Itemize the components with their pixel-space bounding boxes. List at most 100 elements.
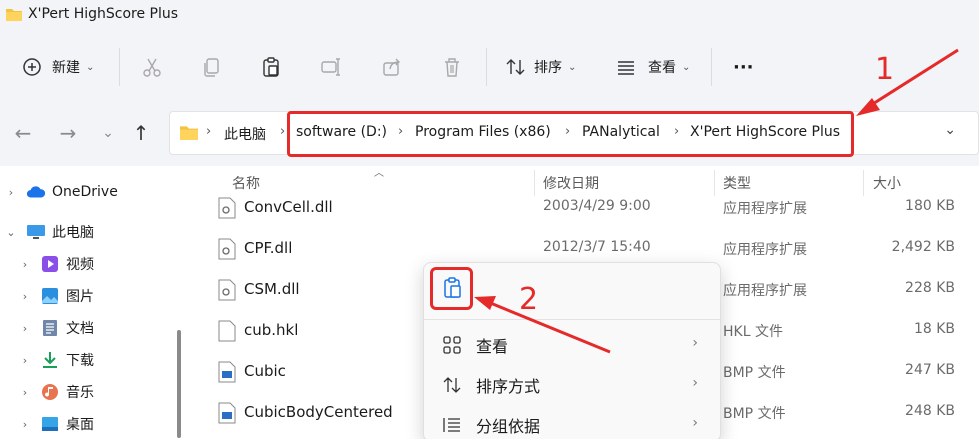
video-icon [40, 255, 60, 273]
context-menu-label: 排序方式 [476, 377, 541, 396]
share-icon [380, 55, 404, 79]
sidebar-item-desktop[interactable]: › 桌面 [18, 410, 94, 438]
sort-icon [504, 55, 528, 79]
sidebar-item-label: 视频 [66, 257, 94, 273]
chevron-right-icon: › [22, 289, 28, 303]
file-name: cub.hkl [244, 321, 299, 339]
sidebar-item-label: 文档 [66, 321, 94, 337]
group-list-icon [442, 415, 462, 435]
chevron-right-icon: › [692, 415, 698, 431]
grid-icon [442, 335, 462, 355]
sidebar-item-downloads[interactable]: › 下载 [18, 346, 94, 374]
bmp-file-icon [218, 361, 236, 383]
new-label: 新建 [52, 60, 80, 76]
copy-icon [200, 55, 224, 79]
file-name: ConvCell.dll [244, 198, 333, 216]
bmp-file-icon [218, 402, 236, 424]
sidebar-item-documents[interactable]: › 文档 [18, 314, 94, 342]
annotation-number-2: 2 [519, 282, 539, 317]
chevron-right-icon: › [692, 335, 698, 351]
file-size: 2,492 KB [891, 239, 955, 255]
breadcrumb-separator[interactable]: › [280, 124, 285, 139]
sidebar-item-music[interactable]: › 音乐 [18, 378, 94, 406]
file-name: CubicBodyCentered [244, 403, 393, 421]
file-name: CPF.dll [244, 239, 293, 257]
chevron-right-icon: › [8, 185, 14, 199]
folder-icon [180, 126, 198, 140]
chevron-right-icon: › [22, 321, 28, 335]
sidebar-item-label: 音乐 [66, 385, 94, 401]
menu-divider [424, 319, 720, 320]
annotation-number-1: 1 [875, 52, 895, 87]
dll-file-icon [218, 197, 236, 219]
cut-button[interactable] [140, 48, 164, 86]
copy-button[interactable] [200, 48, 224, 86]
context-menu-sort-by[interactable]: 排序方式 › [424, 365, 720, 405]
sidebar-item-label: OneDrive [52, 184, 118, 200]
divider [711, 48, 712, 86]
file-type: 应用程序扩展 [723, 283, 807, 299]
desktop-icon [40, 415, 60, 433]
context-menu-view[interactable]: 查看 › [424, 325, 720, 365]
forward-arrow-icon[interactable]: → [57, 122, 79, 144]
file-size: 180 KB [905, 198, 955, 214]
back-arrow-icon[interactable]: ← [12, 122, 34, 144]
paste-button[interactable] [259, 48, 283, 86]
cloud-icon [26, 183, 46, 201]
title-bar: X'Pert HighScore Plus [0, 0, 979, 34]
rename-button[interactable] [319, 48, 343, 86]
file-name: Cubic [244, 362, 286, 380]
sort-ascending-icon: ︿ [374, 168, 384, 179]
chevron-right-icon: › [22, 417, 28, 431]
view-label: 查看 [648, 60, 676, 76]
share-button[interactable] [380, 48, 404, 86]
chevron-down-icon: ⌄ [568, 61, 577, 73]
sort-icon [442, 375, 462, 395]
view-button[interactable]: 查看 ⌄ [614, 48, 690, 86]
chevron-right-icon: › [22, 257, 28, 271]
sidebar-item-videos[interactable]: › 视频 [18, 250, 94, 278]
sidebar-item-onedrive[interactable]: › OneDrive [4, 178, 118, 206]
music-icon [40, 383, 60, 401]
sort-label: 排序 [534, 60, 562, 76]
plus-circle-icon [20, 55, 44, 79]
paste-highlight-annotation [430, 267, 473, 310]
monitor-icon [26, 223, 46, 241]
more-icon: ··· [733, 56, 754, 78]
dll-file-icon [218, 238, 236, 260]
command-bar: 新建 ⌄ 排序 ⌄ 查看 ⌄ ··· [0, 34, 979, 100]
context-menu-group-by[interactable]: 分组依据 › [424, 405, 720, 439]
context-menu-label: 查看 [476, 337, 509, 356]
scissors-icon [140, 55, 164, 79]
address-history-chevron-icon[interactable]: ⌄ [944, 122, 956, 138]
document-icon [40, 319, 60, 337]
chevron-right-icon: › [692, 375, 698, 391]
delete-button[interactable] [440, 48, 464, 86]
file-name: CSM.dll [244, 280, 300, 298]
trash-icon [440, 55, 464, 79]
chevron-down-icon: ⌄ [86, 61, 95, 73]
sidebar-item-label: 下载 [66, 353, 94, 369]
more-button[interactable]: ··· [733, 48, 754, 86]
sidebar-item-pictures[interactable]: › 图片 [18, 282, 94, 310]
file-date: 2012/3/7 15:40 [543, 239, 651, 255]
rename-icon [319, 55, 343, 79]
sidebar-scrollbar[interactable] [177, 330, 181, 438]
address-highlight-annotation [287, 111, 854, 157]
breadcrumb-this-pc[interactable]: 此电脑 [224, 124, 266, 144]
file-size: 228 KB [905, 280, 955, 296]
breadcrumb-separator[interactable]: › [206, 124, 211, 139]
file-row[interactable]: ConvCell.dll 2003/4/29 9:00 应用程序扩展 180 K… [190, 188, 979, 229]
divider [486, 48, 487, 86]
up-arrow-icon[interactable]: ↑ [130, 122, 152, 144]
sidebar-item-this-pc[interactable]: ⌄ 此电脑 [4, 218, 94, 246]
recent-chevron-icon[interactable]: ⌄ [97, 122, 119, 144]
window-title: X'Pert HighScore Plus [28, 6, 179, 22]
file-type: 应用程序扩展 [723, 242, 807, 258]
new-button[interactable]: 新建 ⌄ [20, 48, 94, 86]
navigation-pane: › OneDrive ⌄ 此电脑 › 视频 › 图片 › 文档 › 下载 › 音… [0, 166, 190, 439]
sort-button[interactable]: 排序 ⌄ [504, 48, 576, 86]
folder-icon [6, 9, 22, 21]
text-file-icon [218, 320, 236, 342]
sidebar-item-label: 此电脑 [52, 225, 94, 241]
